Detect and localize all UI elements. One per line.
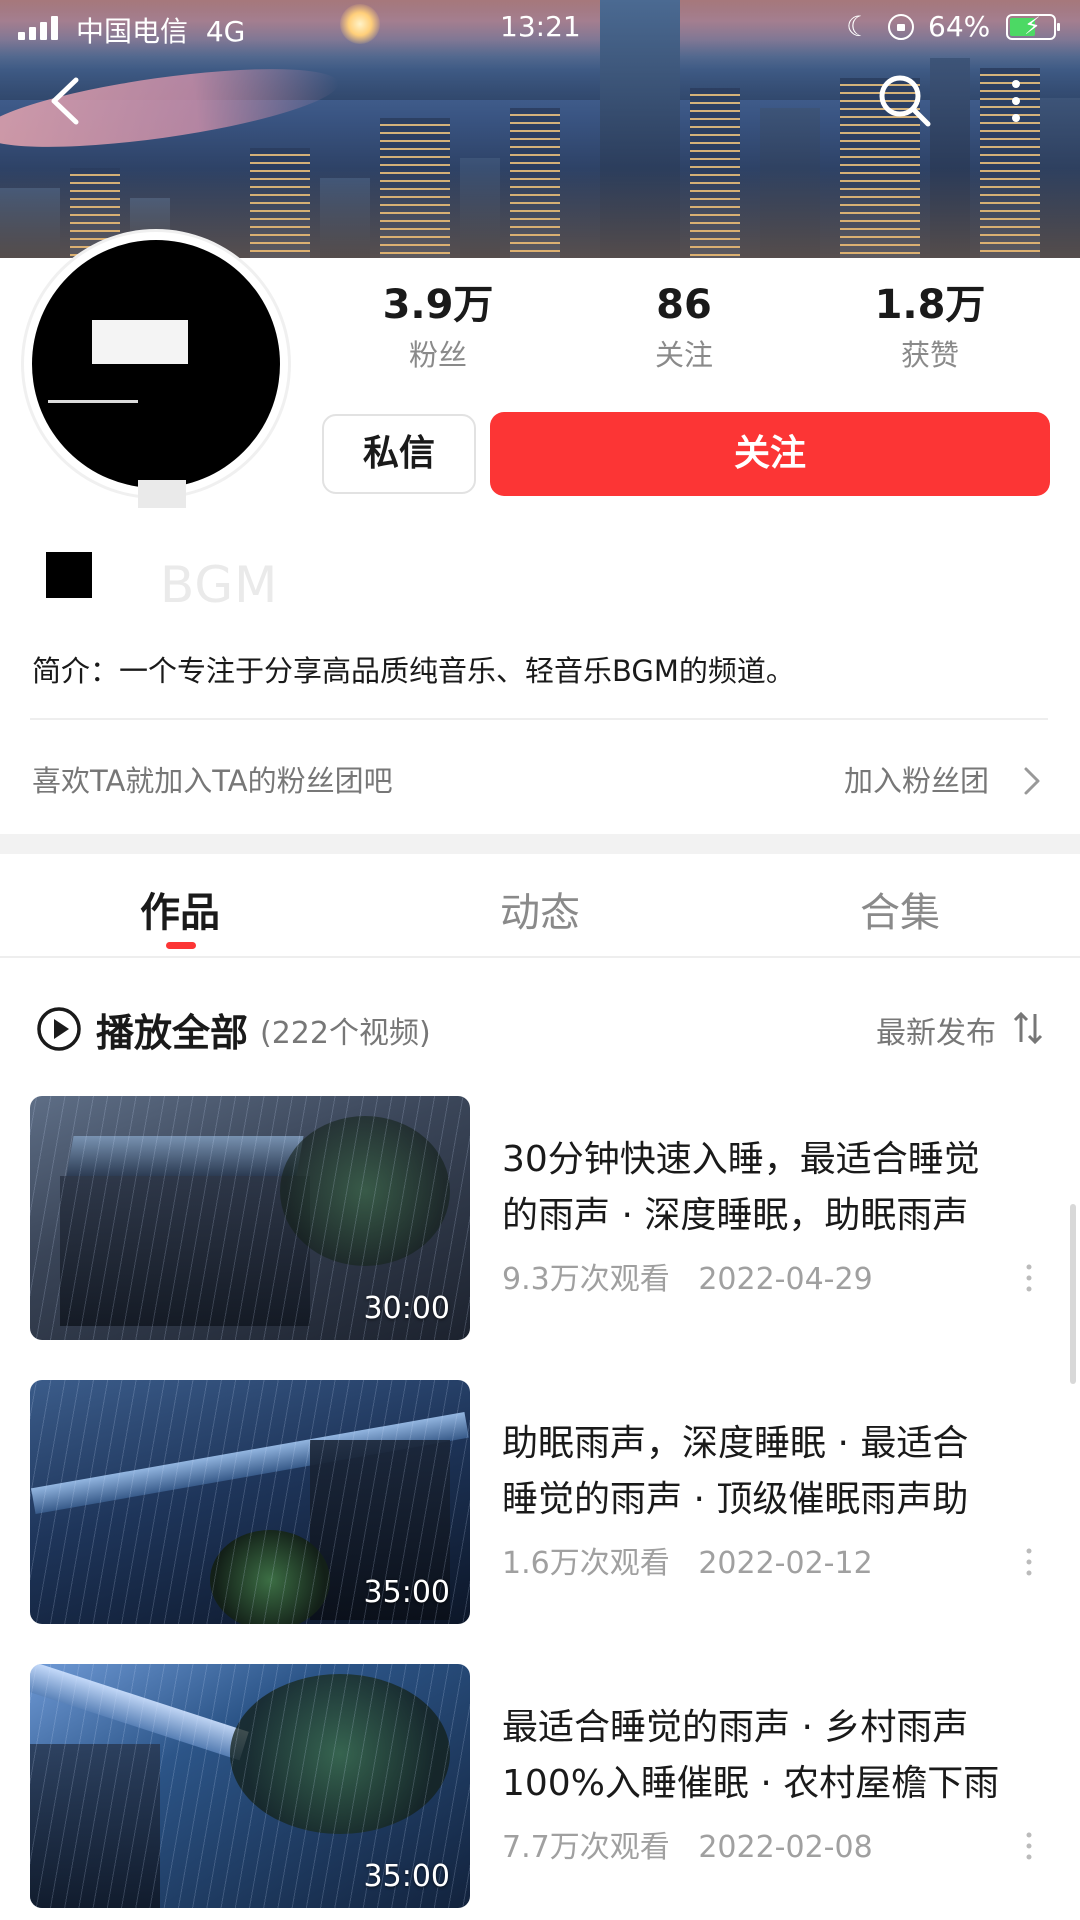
do-not-disturb-icon: ☾ — [846, 10, 872, 43]
username-text: BGM — [160, 556, 279, 614]
video-views: 9.3万次观看 — [502, 1262, 670, 1297]
video-date: 2022-02-12 — [698, 1546, 873, 1581]
more-vertical-icon[interactable] — [1024, 1262, 1034, 1294]
battery-percent: 64% — [928, 10, 991, 43]
carrier-name: 中国电信 — [76, 15, 189, 48]
network-type: 4G — [205, 15, 246, 48]
username-redaction — [46, 552, 92, 598]
sort-dropdown[interactable]: 最新发布 — [876, 1008, 996, 1052]
video-list-item[interactable]: 35:00 最适合睡觉的雨声 · 乡村雨声 100%入睡催眠 · 农村屋檐下雨 … — [0, 1664, 1080, 1910]
join-fan-club-link[interactable]: 加入粉丝团 — [844, 758, 989, 800]
video-duration: 30:00 — [363, 1291, 450, 1326]
video-title-line: 助眠雨声，深度睡眠 · 最适合 — [502, 1423, 969, 1464]
stat-followers[interactable]: 3.9万 粉丝 — [338, 280, 538, 374]
video-thumbnail[interactable]: 35:00 — [30, 1380, 470, 1624]
stat-following[interactable]: 86 关注 — [584, 280, 784, 374]
video-meta: 9.3万次观看 2022-04-29 — [502, 1254, 873, 1298]
more-vertical-icon[interactable] — [1024, 1830, 1034, 1862]
video-title: 助眠雨声，深度睡眠 · 最适合 睡觉的雨声 · 顶级催眠雨声助 — [502, 1416, 1042, 1528]
video-title-line: 的雨声 · 深度睡眠，助眠雨声 — [502, 1195, 969, 1236]
stat-value: 1.8万 — [874, 282, 986, 328]
tab-updates[interactable]: 动态 — [440, 880, 640, 938]
search-icon[interactable] — [876, 72, 932, 128]
play-all-button[interactable]: 播放全部 — [96, 1002, 248, 1057]
clock: 13:21 — [500, 10, 581, 43]
carrier-label: 中国电信 4G — [76, 10, 245, 50]
follow-button[interactable]: 关注 — [490, 412, 1050, 496]
stat-likes[interactable]: 1.8万 获赞 — [830, 280, 1030, 374]
bio: 简介：一个专注于分享高品质纯音乐、轻音乐BGM的频道。 — [32, 654, 795, 688]
more-vertical-icon[interactable] — [1024, 1546, 1034, 1578]
profile-banner: 中国电信 4G 13:21 ☾ 64% ⚡ — [0, 0, 1080, 258]
tab-works[interactable]: 作品 — [80, 880, 280, 938]
video-title: 最适合睡觉的雨声 · 乡村雨声 100%入睡催眠 · 农村屋檐下雨 — [502, 1700, 1042, 1812]
video-date: 2022-04-29 — [698, 1262, 873, 1297]
status-bar: 中国电信 4G 13:21 ☾ 64% ⚡ — [0, 0, 1080, 56]
fan-club-prompt: 喜欢TA就加入TA的粉丝团吧 — [32, 764, 393, 798]
video-duration: 35:00 — [363, 1859, 450, 1894]
avatar-logo-block — [92, 320, 188, 364]
stat-label: 粉丝 — [408, 338, 467, 372]
avatar-badge — [138, 480, 186, 508]
video-list-item[interactable]: 35:00 助眠雨声，深度睡眠 · 最适合 睡觉的雨声 · 顶级催眠雨声助 1.… — [0, 1380, 1080, 1626]
video-title-line: 100%入睡催眠 · 农村屋檐下雨 — [502, 1763, 1000, 1804]
tab-indicator — [166, 942, 196, 949]
stat-label: 关注 — [654, 338, 713, 372]
video-title-line: 30分钟快速入睡，最适合睡觉 — [502, 1139, 980, 1180]
video-list-item[interactable]: 30:00 30分钟快速入睡，最适合睡觉 的雨声 · 深度睡眠，助眠雨声 9.3… — [0, 1096, 1080, 1342]
rotation-lock-icon — [888, 14, 914, 40]
tab-collections[interactable]: 合集 — [800, 880, 1000, 938]
divider — [0, 956, 1080, 958]
video-title-line: 最适合睡觉的雨声 · 乡村雨声 — [502, 1707, 969, 1748]
charging-bolt-icon: ⚡ — [1024, 12, 1041, 40]
avatar[interactable] — [32, 240, 280, 488]
video-count: (222个视频) — [260, 1016, 431, 1051]
video-meta: 7.7万次观看 2022-02-08 — [502, 1822, 873, 1866]
avatar-logo-line — [48, 400, 138, 403]
chevron-right-icon[interactable] — [1020, 764, 1044, 798]
video-thumbnail[interactable]: 35:00 — [30, 1664, 470, 1908]
sort-icon[interactable] — [1012, 1010, 1044, 1046]
video-title: 30分钟快速入睡，最适合睡觉 的雨声 · 深度睡眠，助眠雨声 — [502, 1132, 1042, 1244]
video-thumbnail[interactable]: 30:00 — [30, 1096, 470, 1340]
video-duration: 35:00 — [363, 1575, 450, 1610]
more-vertical-icon[interactable] — [1006, 76, 1026, 126]
scrollbar[interactable] — [1070, 1204, 1076, 1384]
battery-icon: ⚡ — [1006, 12, 1060, 40]
play-circle-icon[interactable] — [36, 1006, 82, 1052]
video-title-line: 睡觉的雨声 · 顶级催眠雨声助 — [502, 1479, 969, 1520]
chevron-left-icon[interactable] — [46, 76, 86, 126]
stat-value: 3.9万 — [382, 282, 494, 328]
video-views: 1.6万次观看 — [502, 1546, 670, 1581]
stat-value: 86 — [656, 282, 712, 328]
signal-icon — [18, 16, 58, 40]
message-button[interactable]: 私信 — [322, 414, 476, 494]
section-gap — [0, 834, 1080, 854]
video-views: 7.7万次观看 — [502, 1830, 670, 1865]
stat-label: 获赞 — [900, 338, 959, 372]
video-date: 2022-02-08 — [698, 1830, 873, 1865]
video-meta: 1.6万次观看 2022-02-12 — [502, 1538, 873, 1582]
divider — [30, 718, 1048, 720]
